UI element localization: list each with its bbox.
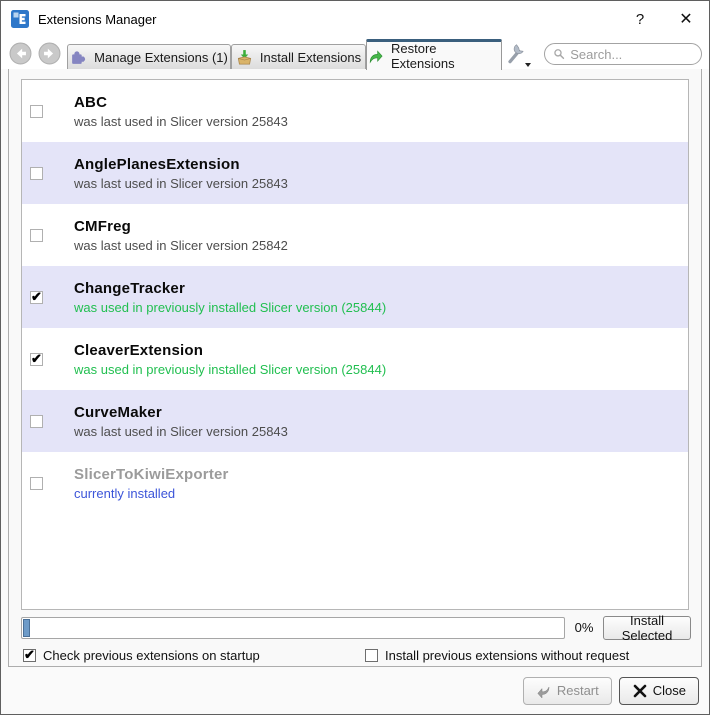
extension-row[interactable]: CleaverExtension was used in previously … [22,328,688,390]
extension-checkbox[interactable] [30,105,43,118]
dialog-footer: Restart Close [1,667,709,714]
window-title: Extensions Manager [38,12,157,27]
extension-status: was used in previously installed Slicer … [74,362,386,377]
install-box-icon [236,49,253,66]
extension-checkbox[interactable] [30,353,43,366]
history-forward-button[interactable] [38,42,61,65]
app-icon [11,10,29,28]
title-bar: Extensions Manager ? ✕ [1,1,709,37]
restart-label: Restart [557,683,599,698]
progress-chunk [23,619,30,637]
progress-row: 0% Install Selected [21,615,691,640]
progress-percent: 0% [565,620,603,635]
check-on-startup-checkbox[interactable] [23,649,36,662]
extension-list: ABC was last used in Slicer version 2584… [21,79,689,610]
extension-row[interactable]: SlicerToKiwiExporter currently installed [22,452,688,514]
extension-status: was last used in Slicer version 25842 [74,238,288,253]
install-selected-button[interactable]: Install Selected [603,616,691,640]
restore-extensions-pane: ABC was last used in Slicer version 2584… [8,68,702,667]
dropdown-arrow-icon [525,63,531,67]
extension-row[interactable]: CMFreg was last used in Slicer version 2… [22,204,688,266]
extension-row[interactable]: AnglePlanesExtension was last used in Sl… [22,142,688,204]
search-input[interactable] [570,47,693,62]
tab-install-extensions[interactable]: Install Extensions [231,44,366,69]
option-label: Check previous extensions on startup [43,648,260,663]
search-box[interactable] [544,43,702,65]
extension-checkbox[interactable] [30,477,43,490]
extension-checkbox[interactable] [30,415,43,428]
extension-row[interactable]: CurveMaker was last used in Slicer versi… [22,390,688,452]
tools-button[interactable] [505,42,531,68]
extension-checkbox[interactable] [30,229,43,242]
options-row: Check previous extensions on startup Ins… [23,648,691,666]
extension-status: was last used in Slicer version 25843 [74,424,288,439]
install-without-request-checkbox[interactable] [365,649,378,662]
extension-status: currently installed [74,486,229,501]
search-icon [553,47,565,61]
extensions-manager-window: Extensions Manager ? ✕ Manage Extensions… [0,0,710,715]
tab-bar: Manage Extensions (1) Install Extensions… [1,37,709,69]
close-x-icon [632,683,648,699]
install-without-request-option[interactable]: Install previous extensions without requ… [365,648,629,663]
extension-name: ABC [74,94,288,111]
extension-status: was used in previously installed Slicer … [74,300,386,315]
restore-arrow-icon [367,48,384,65]
tab-label: Restore Extensions [391,41,501,71]
extension-checkbox[interactable] [30,291,43,304]
extension-row[interactable]: ABC was last used in Slicer version 2584… [22,80,688,142]
extension-checkbox[interactable] [30,167,43,180]
close-button[interactable]: Close [619,677,699,705]
extension-name: CMFreg [74,218,288,235]
install-progress-bar [21,617,565,639]
extension-status: was last used in Slicer version 25843 [74,114,288,129]
check-on-startup-option[interactable]: Check previous extensions on startup [23,648,260,663]
history-back-button[interactable] [9,42,32,65]
tab-restore-extensions[interactable]: Restore Extensions [366,39,502,70]
help-button[interactable]: ? [629,11,651,28]
restart-button[interactable]: Restart [523,677,612,705]
extension-status: was last used in Slicer version 25843 [74,176,288,191]
extension-row[interactable]: ChangeTracker was used in previously ins… [22,266,688,328]
extension-name: CleaverExtension [74,342,386,359]
tab-manage-extensions[interactable]: Manage Extensions (1) [67,44,231,69]
extension-name: ChangeTracker [74,280,386,297]
wrench-icon [505,42,527,66]
puzzle-icon [70,49,87,66]
tab-label: Install Extensions [260,50,361,65]
window-close-icon[interactable]: ✕ [675,9,697,29]
restart-icon [536,683,552,699]
extension-name: CurveMaker [74,404,288,421]
tab-label: Manage Extensions (1) [94,50,228,65]
close-label: Close [653,683,686,698]
extension-name: AnglePlanesExtension [74,156,288,173]
option-label: Install previous extensions without requ… [385,648,629,663]
extension-name: SlicerToKiwiExporter [74,466,229,483]
